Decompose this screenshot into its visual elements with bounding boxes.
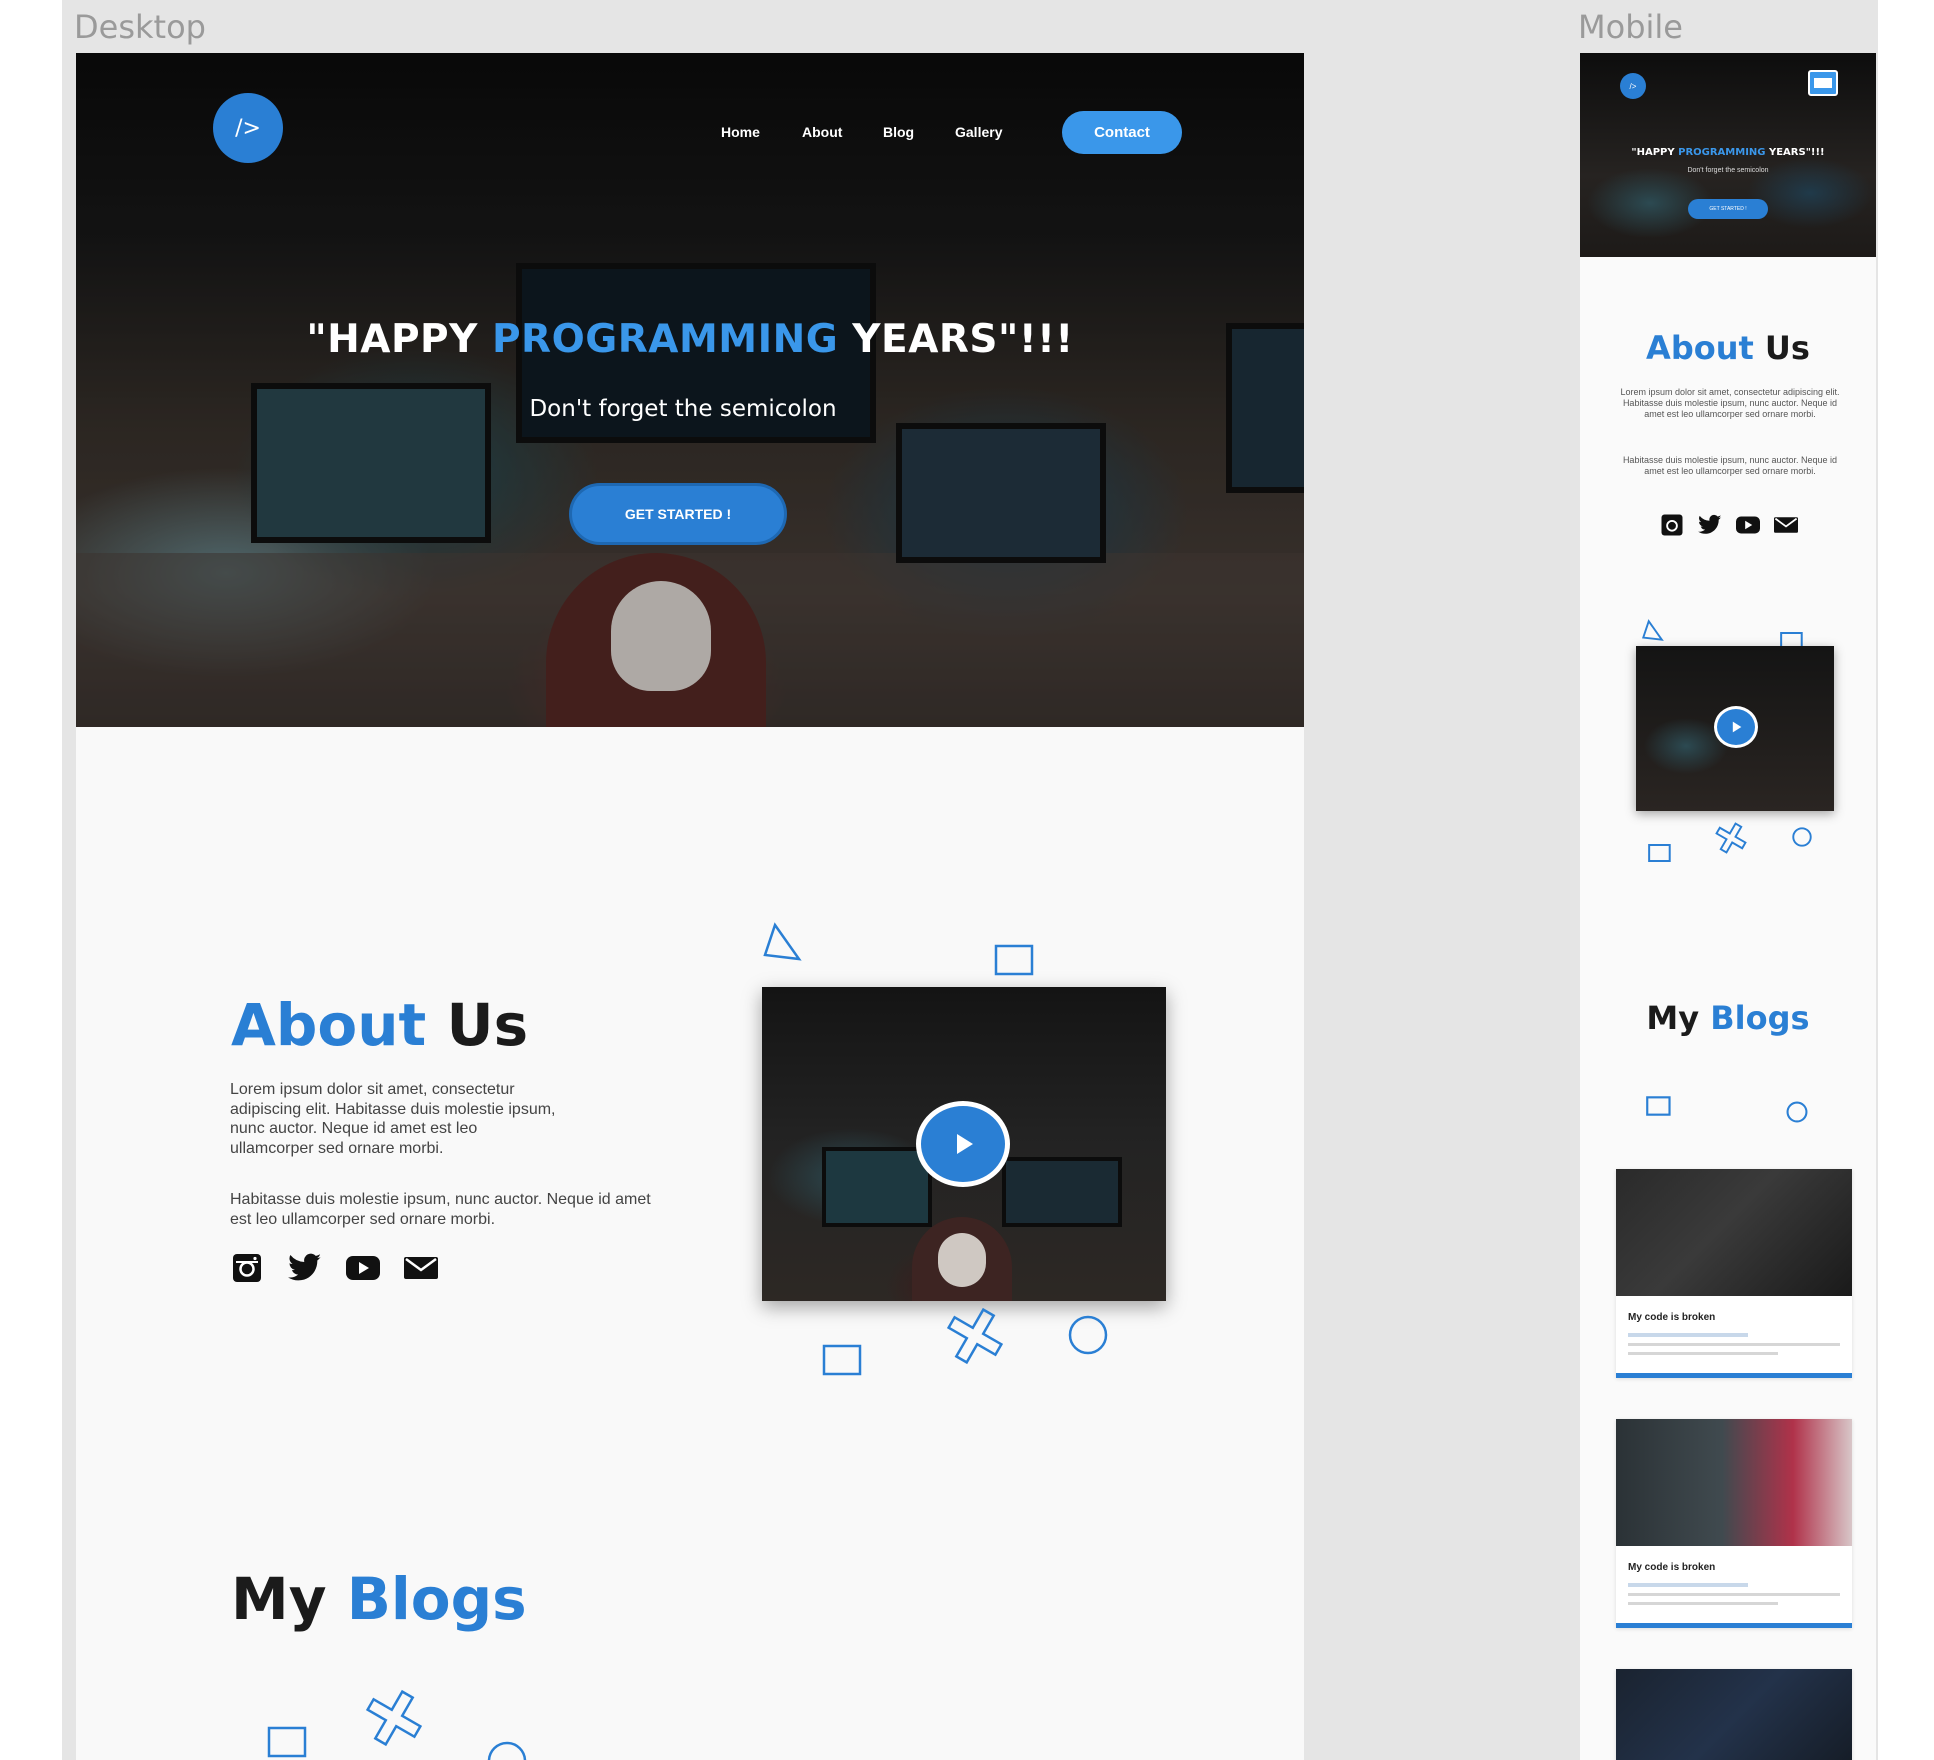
circle-decoration-icon: [1792, 827, 1812, 847]
blogs-heading: My Blogs: [231, 1565, 527, 1633]
blog-card[interactable]: My code is broken: [1616, 1419, 1852, 1628]
blog-card-text: [1628, 1352, 1778, 1355]
blog-card[interactable]: [1616, 1669, 1852, 1760]
blog-card-image: [1616, 1169, 1852, 1296]
video-photo-monitor: [1002, 1157, 1122, 1227]
blog-card-text: [1628, 1593, 1840, 1596]
cross-decoration-icon: [365, 1689, 423, 1747]
about-paragraph-1: Lorem ipsum dolor sit amet, consectetur …: [230, 1081, 556, 1157]
mobile-frame: /> "HAPPY PROGRAMMING YEARS"!!! Don't fo…: [1580, 53, 1876, 1760]
mobile-get-started-button[interactable]: GET STARTED !: [1688, 199, 1768, 219]
youtube-icon[interactable]: [1736, 513, 1760, 537]
instagram-icon[interactable]: [1660, 513, 1684, 537]
hero-title: "HAPPY PROGRAMMING YEARS"!!!: [76, 317, 1304, 362]
nav-blog[interactable]: Blog: [883, 124, 914, 140]
blogs-heading-dark: My: [231, 1565, 347, 1633]
contact-button[interactable]: Contact: [1062, 111, 1182, 154]
blog-card-title: My code is broken: [1628, 1562, 1716, 1573]
mail-icon[interactable]: [1774, 513, 1798, 537]
mobile-about-heading: About Us: [1580, 329, 1876, 367]
blog-card-image: [1616, 1419, 1852, 1546]
mobile-menu-button[interactable]: [1808, 70, 1838, 96]
logo[interactable]: />: [213, 93, 283, 163]
get-started-button[interactable]: GET STARTED !: [569, 483, 787, 545]
blog-card-text: [1628, 1602, 1778, 1605]
hero-title-pre: "HAPPY: [306, 317, 492, 362]
circle-decoration-icon: [1786, 1101, 1808, 1123]
play-icon: [1732, 721, 1742, 733]
triangle-decoration-icon: [1641, 619, 1664, 641]
hero-title-post: YEARS"!!!: [838, 317, 1074, 362]
square-decoration-icon: [994, 944, 1034, 976]
mobile-hero-subtitle: Don't forget the semicolon: [1687, 167, 1769, 174]
mobile-blogs-heading-blue: Blogs: [1710, 999, 1810, 1037]
mobile-play-button[interactable]: [1714, 706, 1758, 748]
about-video-thumbnail[interactable]: [762, 987, 1166, 1301]
mobile-hero-title-post: YEARS"!!!: [1765, 147, 1825, 158]
desktop-frame: /> Home About Blog Gallery Contact "HAPP…: [76, 53, 1304, 1760]
twitter-icon[interactable]: [288, 1251, 322, 1285]
mobile-hero-title-pre: "HAPPY: [1631, 147, 1679, 158]
youtube-icon[interactable]: [346, 1251, 380, 1285]
mobile-hero-title-highlight: PROGRAMMING: [1678, 147, 1766, 158]
nav-home[interactable]: Home: [721, 124, 760, 140]
about-heading-dark: Us: [426, 991, 529, 1059]
hero-title-highlight: PROGRAMMING: [491, 317, 839, 362]
nav-about[interactable]: About: [802, 124, 842, 140]
mobile-blogs-heading: My Blogs: [1580, 999, 1876, 1037]
square-decoration-icon: [267, 1726, 307, 1758]
mobile-social-links: [1660, 513, 1798, 537]
mobile-hero-title: "HAPPY PROGRAMMING YEARS"!!!: [1580, 147, 1876, 158]
mobile-about-heading-dark: Us: [1753, 329, 1810, 367]
blog-card[interactable]: My code is broken: [1616, 1169, 1852, 1378]
blog-card-meta: [1628, 1583, 1748, 1587]
hero-section: /> Home About Blog Gallery Contact "HAPP…: [76, 53, 1304, 727]
blogs-heading-blue: Blogs: [346, 1565, 527, 1633]
about-paragraph-2: Habitasse duis molestie ipsum, nunc auct…: [230, 1191, 651, 1228]
cross-decoration-icon: [1715, 822, 1747, 854]
square-decoration-icon: [822, 1344, 862, 1376]
mobile-blogs-heading-dark: My: [1646, 999, 1711, 1037]
desktop-frame-label: Desktop: [74, 8, 206, 46]
mail-icon[interactable]: [404, 1251, 438, 1285]
blog-card-meta: [1628, 1333, 1748, 1337]
blog-card-text: [1628, 1343, 1840, 1346]
nav-gallery[interactable]: Gallery: [955, 124, 1002, 140]
cross-decoration-icon: [946, 1307, 1004, 1365]
mobile-about-heading-blue: About: [1646, 329, 1754, 367]
hero-subtitle: Don't forget the semicolon: [529, 396, 837, 422]
mobile-about-paragraph-2: Habitasse duis molestie ipsum, nunc auct…: [1622, 455, 1838, 476]
mobile-about-paragraph-1: Lorem ipsum dolor sit amet, consectetur …: [1620, 387, 1840, 419]
blog-card-title: My code is broken: [1628, 1312, 1716, 1323]
mobile-frame-label: Mobile: [1578, 8, 1683, 46]
play-icon: [957, 1134, 973, 1154]
social-links: [230, 1251, 438, 1285]
mobile-logo[interactable]: />: [1620, 73, 1646, 99]
mobile-video-thumbnail[interactable]: [1636, 646, 1834, 811]
about-heading: About Us: [231, 991, 528, 1059]
circle-decoration-icon: [1068, 1315, 1108, 1355]
square-decoration-icon: [1648, 844, 1671, 862]
mobile-hero-section: /> "HAPPY PROGRAMMING YEARS"!!! Don't fo…: [1580, 53, 1876, 257]
about-heading-blue: About: [231, 991, 427, 1059]
video-photo-monitor: [822, 1147, 932, 1227]
hamburger-icon: [1814, 78, 1832, 88]
blog-card-image: [1616, 1669, 1852, 1760]
twitter-icon[interactable]: [1698, 513, 1722, 537]
video-photo-skull-mask: [938, 1233, 986, 1287]
instagram-icon[interactable]: [230, 1251, 264, 1285]
circle-decoration-icon: [487, 1741, 527, 1760]
triangle-decoration-icon: [763, 922, 802, 961]
play-button[interactable]: [916, 1101, 1010, 1187]
square-decoration-icon: [1646, 1096, 1671, 1116]
